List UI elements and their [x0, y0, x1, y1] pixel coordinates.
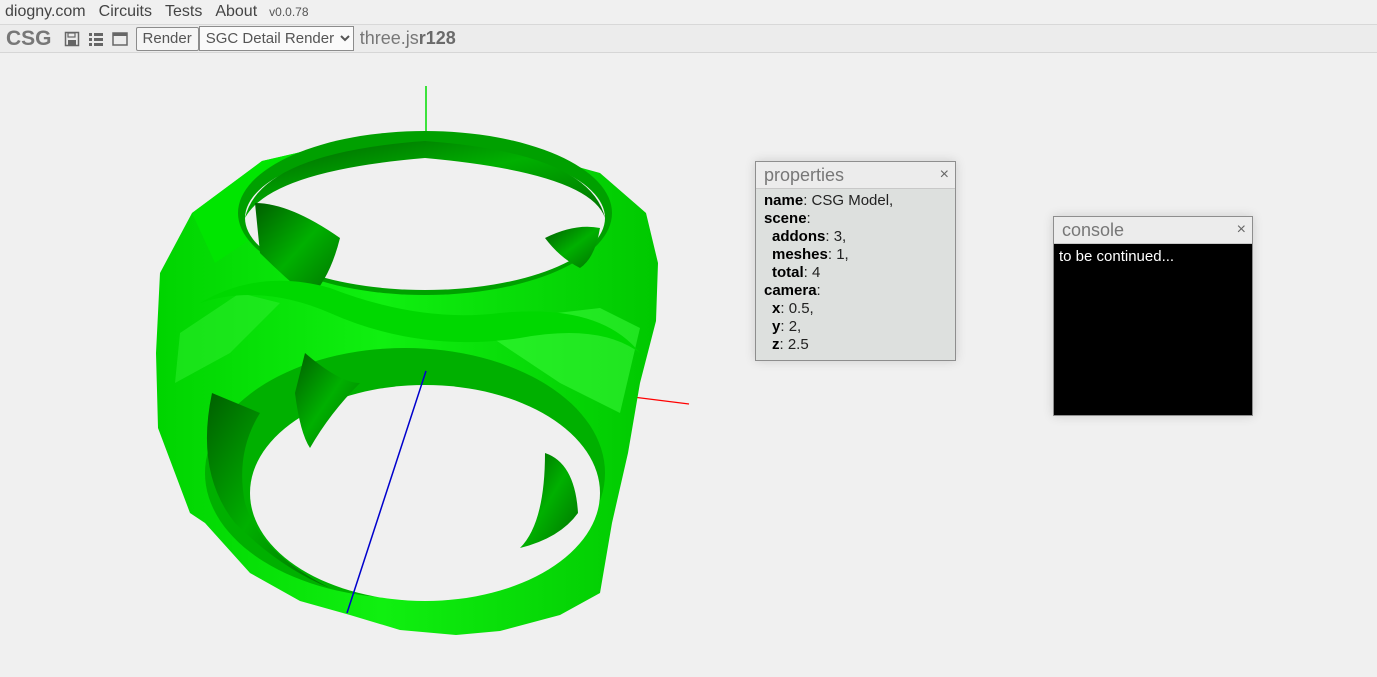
- render-mode-select[interactable]: SGC Detail Render: [198, 26, 354, 51]
- close-icon[interactable]: ×: [940, 166, 949, 184]
- property-key: meshes: [772, 246, 828, 263]
- window-icon[interactable]: [111, 31, 128, 47]
- console-header[interactable]: console ×: [1054, 217, 1252, 244]
- property-value: 0.5,: [788, 300, 814, 317]
- library-version: r128: [418, 28, 456, 48]
- property-value: 4: [812, 264, 821, 281]
- property-key: name: [764, 192, 804, 209]
- property-key: z: [772, 336, 780, 353]
- properties-header[interactable]: properties ×: [756, 162, 955, 189]
- property-row: z: 2.5: [772, 336, 809, 353]
- console-title: console: [1062, 219, 1125, 240]
- property-value: 2.5: [787, 336, 809, 353]
- property-value: 2,: [788, 318, 802, 335]
- app-title: CSG: [6, 26, 52, 50]
- close-icon[interactable]: ×: [1237, 221, 1246, 239]
- properties-body: name: CSG Model, scene: addons: 3, meshe…: [756, 189, 955, 357]
- library-name: three.js: [359, 28, 419, 48]
- property-key: x: [772, 300, 781, 317]
- property-row: camera:: [764, 282, 821, 299]
- properties-title: properties: [764, 164, 845, 185]
- property-row: addons: 3,: [772, 228, 847, 245]
- toolbar: CSG Render SGC Detail Render three.jsr12…: [0, 25, 1377, 53]
- property-row: x: 0.5,: [772, 300, 814, 317]
- top-menubar: diogny.com Circuits Tests About v0.0.78: [0, 0, 1377, 25]
- menu-tests[interactable]: Tests: [165, 3, 202, 21]
- menu-circuits[interactable]: Circuits: [99, 3, 152, 21]
- list-icon[interactable]: [88, 31, 104, 47]
- properties-panel[interactable]: properties × name: CSG Model, scene: add…: [755, 161, 956, 361]
- property-row: scene:: [764, 210, 811, 227]
- property-value: CSG Model,: [811, 192, 894, 209]
- property-key: camera: [764, 282, 817, 299]
- version-label: v0.0.78: [269, 5, 309, 19]
- property-row: y: 2,: [772, 318, 802, 335]
- property-key: scene: [764, 210, 807, 227]
- property-row: meshes: 1,: [772, 246, 849, 263]
- menu-about[interactable]: About: [215, 3, 257, 21]
- render-button[interactable]: Render: [135, 26, 199, 51]
- property-key: y: [772, 318, 781, 335]
- save-icon[interactable]: [64, 31, 80, 47]
- property-key: addons: [772, 228, 826, 245]
- library-label: three.jsr128: [360, 28, 456, 49]
- console-panel[interactable]: console × to be continued...: [1053, 216, 1253, 416]
- property-row: total: 4: [772, 264, 821, 281]
- property-key: total: [772, 264, 804, 281]
- property-row: name: CSG Model,: [764, 192, 894, 209]
- site-link[interactable]: diogny.com: [5, 3, 86, 21]
- property-value: 1,: [836, 246, 849, 263]
- console-output: to be continued...: [1059, 248, 1175, 265]
- property-value: 3,: [833, 228, 847, 245]
